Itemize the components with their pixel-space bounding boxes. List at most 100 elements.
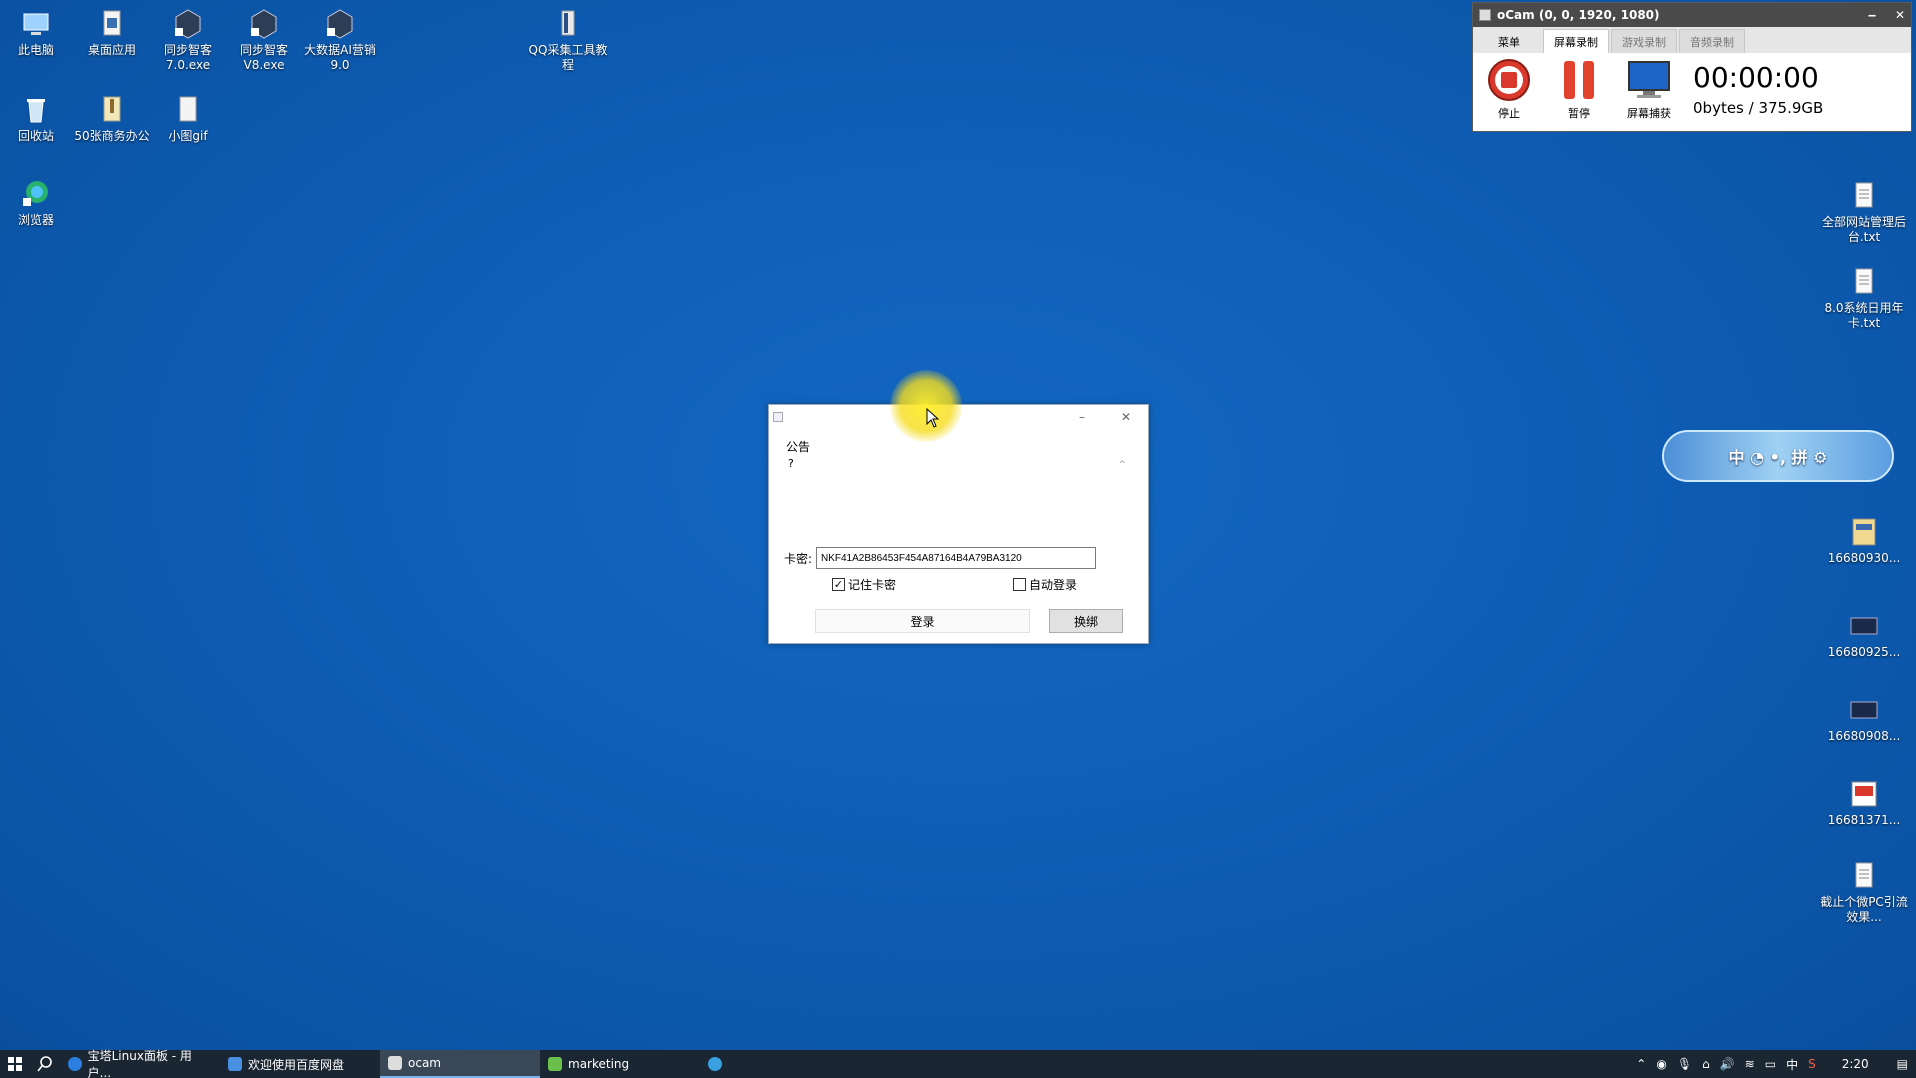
start-button[interactable] xyxy=(0,1050,30,1078)
taskbar: 宝塔Linux面板 - 用户... 欢迎使用百度网盘 ocam marketin… xyxy=(0,1049,1916,1078)
image-file-icon xyxy=(1850,617,1878,635)
desktop: 此电脑 桌面应用 同步智客 7.0.exe 同步智客 V8.exe 大数据AI营… xyxy=(0,0,1916,1050)
scroll-up-icon[interactable]: ^ xyxy=(1118,460,1126,470)
taskbar-item-marketing[interactable]: marketing xyxy=(540,1050,700,1078)
app-icon xyxy=(251,9,277,39)
record-status: 00:00:00 0bytes / 375.9GB xyxy=(1693,57,1823,117)
desktop-icon-image-3[interactable]: 16680908... xyxy=(1818,694,1910,744)
app-icon xyxy=(175,9,201,39)
tab-menu[interactable]: 菜单 xyxy=(1477,29,1541,53)
desktop-icon-this-pc[interactable]: 此电脑 xyxy=(0,8,78,58)
network-icon[interactable]: ⌂ xyxy=(1702,1057,1710,1071)
unbind-button[interactable]: 换绑 xyxy=(1049,609,1123,633)
file-icon xyxy=(103,10,121,36)
screen-capture-button[interactable]: 屏幕捕获 xyxy=(1623,57,1675,121)
image-file-icon xyxy=(1851,781,1877,807)
wifi-icon[interactable]: ≋ xyxy=(1745,1057,1755,1071)
card-login-dialog: – ✕ 公告 ? ^ 卡密: ✓ 记住卡密 自动登录 登录 换绑 xyxy=(768,404,1149,644)
pause-icon xyxy=(1564,61,1594,99)
file-icon xyxy=(561,10,575,36)
image-file-icon xyxy=(1852,518,1876,546)
pause-button[interactable]: 暂停 xyxy=(1553,57,1605,121)
desktop-icon-image-4[interactable]: 16681371... xyxy=(1818,778,1910,828)
desktop-icon-recycle-bin[interactable]: 回收站 xyxy=(0,94,78,144)
taskbar-item-ocam[interactable]: ocam xyxy=(380,1050,540,1078)
notice-title: 公告 xyxy=(786,440,811,454)
text-file-icon xyxy=(1855,182,1873,208)
auto-login-checkbox[interactable]: 自动登录 xyxy=(1013,576,1077,593)
dialog-app-icon xyxy=(773,412,783,422)
text-file-icon xyxy=(1855,268,1873,294)
netdisk-icon xyxy=(228,1057,242,1071)
cursor-highlight xyxy=(890,370,962,442)
file-icon xyxy=(179,96,197,122)
remember-key-checkbox[interactable]: ✓ 记住卡密 xyxy=(832,576,896,593)
record-icon[interactable]: ◉ xyxy=(1656,1057,1666,1071)
notice-body: ? xyxy=(788,457,794,470)
ocam-tabs: 菜单 屏幕录制 游戏录制 音频录制 xyxy=(1473,27,1911,53)
close-icon[interactable]: ✕ xyxy=(1889,8,1911,22)
search-icon xyxy=(37,1056,52,1072)
ocam-titlebar[interactable]: oCam (0, 0, 1920, 1080) ‒ ✕ xyxy=(1473,3,1911,27)
volume-icon[interactable]: 🔊 xyxy=(1720,1057,1735,1071)
browser-icon xyxy=(68,1057,82,1071)
record-timer: 00:00:00 xyxy=(1693,61,1819,94)
search-button[interactable] xyxy=(30,1050,60,1078)
desktop-icon-bigdata-ai[interactable]: 大数据AI营销 9.0 xyxy=(298,8,382,73)
desktop-icon-image-1[interactable]: 16680930... xyxy=(1818,516,1910,566)
app-icon xyxy=(548,1057,562,1071)
image-file-icon xyxy=(1850,701,1878,719)
browser-icon xyxy=(23,181,48,206)
desktop-icon-tongbu-7[interactable]: 同步智客 7.0.exe xyxy=(146,8,230,73)
record-size: 0bytes / 375.9GB xyxy=(1693,99,1824,117)
sogou-icon[interactable]: S xyxy=(1808,1057,1816,1071)
computer-icon xyxy=(23,13,49,35)
app-icon xyxy=(327,9,353,39)
desktop-icon-tongbu-v8[interactable]: 同步智客 V8.exe xyxy=(222,8,306,73)
text-file-icon xyxy=(1855,862,1873,888)
mouse-pointer-icon xyxy=(926,408,940,428)
notification-icon[interactable]: ▤ xyxy=(1897,1057,1908,1071)
desktop-icon-50-business[interactable]: 50张商务办公 xyxy=(70,94,154,144)
minimize-icon[interactable]: – xyxy=(1060,410,1104,424)
desktop-icon-desktop-apps[interactable]: 桌面应用 xyxy=(70,8,154,58)
checkbox-checked-icon: ✓ xyxy=(832,578,845,591)
screen-capture-icon xyxy=(1628,61,1670,98)
ocam-title: oCam (0, 0, 1920, 1080) xyxy=(1497,8,1660,22)
ocam-toolbar: 停止 暂停 屏幕捕获 00:00:00 0bytes / 375.9GB xyxy=(1473,53,1911,131)
microphone-icon[interactable]: 🎙 xyxy=(1677,1057,1692,1071)
minimize-icon[interactable]: ‒ xyxy=(1861,8,1883,22)
desktop-icon-browser[interactable]: 浏览器 xyxy=(0,178,78,228)
battery-icon[interactable]: ▭ xyxy=(1765,1057,1776,1071)
taskbar-item-baota[interactable]: 宝塔Linux面板 - 用户... xyxy=(60,1049,220,1078)
windows-icon xyxy=(8,1057,22,1071)
desktop-icon-8-0-card-txt[interactable]: 8.0系统日用年卡.txt xyxy=(1818,266,1910,331)
stop-button[interactable]: 停止 xyxy=(1483,57,1535,121)
clock[interactable]: 2:20 xyxy=(1842,1057,1869,1071)
checkbox-unchecked-icon xyxy=(1013,578,1026,591)
desktop-icon-qq-tool-tutorial[interactable]: QQ采集工具教程 xyxy=(526,8,610,73)
stop-icon xyxy=(1488,59,1530,101)
card-key-input[interactable] xyxy=(816,547,1096,569)
login-button[interactable]: 登录 xyxy=(815,609,1030,633)
desktop-icon-image-2[interactable]: 16680925... xyxy=(1818,610,1910,660)
tab-audio-record[interactable]: 音频录制 xyxy=(1679,29,1745,53)
ocam-window: oCam (0, 0, 1920, 1080) ‒ ✕ 菜单 屏幕录制 游戏录制… xyxy=(1472,2,1912,132)
system-tray: ⌃ ◉ 🎙 ⌂ 🔊 ≋ ▭ 中 S 2:20 ▤ xyxy=(1636,1056,1916,1073)
desktop-icon-site-admin-txt[interactable]: 全部网站管理后台.txt xyxy=(1818,180,1910,245)
desktop-icon-small-gif[interactable]: 小图gif xyxy=(146,94,230,144)
close-icon[interactable]: ✕ xyxy=(1104,410,1148,424)
recycle-bin-icon xyxy=(27,99,45,123)
desktop-icon-wechat-pc-txt[interactable]: 截止个微PC引流效果... xyxy=(1818,860,1910,925)
ime-indicator[interactable]: 中 xyxy=(1786,1056,1798,1073)
taskbar-item-app[interactable] xyxy=(700,1050,740,1078)
tab-game-record[interactable]: 游戏录制 xyxy=(1611,29,1677,53)
tab-screen-record[interactable]: 屏幕录制 xyxy=(1543,29,1609,53)
chevron-up-icon[interactable]: ⌃ xyxy=(1636,1057,1646,1071)
ocam-icon xyxy=(388,1056,402,1070)
app-icon xyxy=(708,1057,722,1071)
taskbar-item-baidu-netdisk[interactable]: 欢迎使用百度网盘 xyxy=(220,1050,380,1078)
floating-ime-widget[interactable]: 中 ◔ •, 拼 ⚙ xyxy=(1662,430,1894,482)
ocam-app-icon xyxy=(1479,9,1491,21)
card-key-label: 卡密: xyxy=(784,552,813,566)
